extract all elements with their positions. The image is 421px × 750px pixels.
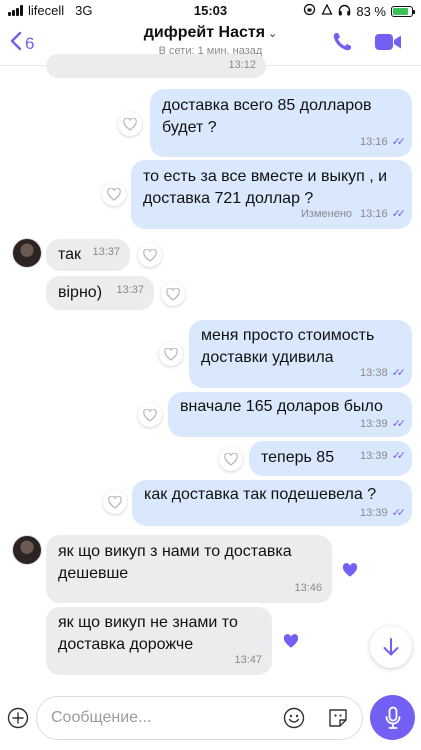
sticker-icon (329, 709, 347, 727)
message-text: как доставка так подешевела ? (144, 486, 377, 503)
message-meta: 13:39 ✓✓ (360, 445, 407, 467)
microphone-icon (385, 706, 400, 729)
plus-icon (7, 707, 29, 729)
message-bubble-outgoing[interactable]: теперь 85 13:39 ✓✓ (249, 441, 412, 476)
voice-message-button[interactable] (370, 695, 415, 740)
message-bubble-incoming[interactable]: так 13:37 (46, 239, 130, 271)
message-text: так (58, 246, 82, 263)
like-button[interactable] (138, 403, 162, 427)
call-button[interactable] (330, 30, 354, 54)
message-meta: 13:46 (294, 577, 322, 599)
like-button[interactable] (118, 112, 142, 136)
arrow-down-icon (383, 638, 399, 656)
message-text: як що викуп з нами то доставка дешевше (58, 543, 292, 582)
message-bubble-outgoing[interactable]: как доставка так подешевела ? 13:39 ✓✓ (132, 480, 412, 526)
message-time: 13:12 (228, 59, 256, 71)
message-input[interactable] (36, 696, 363, 740)
attach-button[interactable] (7, 707, 29, 729)
like-button[interactable] (219, 447, 243, 471)
read-ticks-icon: ✓✓ (391, 208, 407, 220)
message-bubble-incoming[interactable]: 13:12 (46, 54, 266, 78)
message-time: 13:16 (360, 208, 388, 220)
heart-icon (166, 287, 180, 301)
message-bubble-outgoing[interactable]: вначале 165 доларов было 13:39 ✓✓ (168, 392, 412, 437)
message-input-bar (0, 690, 421, 750)
status-bar: lifecell 3G 15:03 83 % (0, 0, 421, 22)
scroll-to-bottom-button[interactable] (370, 626, 412, 668)
message-time: 13:39 (360, 450, 388, 462)
message-meta: 13:37 (92, 241, 120, 263)
message-time: 13:38 (360, 367, 388, 379)
message-text: як що викуп не знами то доставка дорожче (58, 614, 238, 653)
like-button[interactable] (138, 243, 162, 267)
message-time: 13:16 (360, 136, 388, 148)
heart-icon (143, 408, 157, 422)
message-meta: 13:47 (234, 649, 262, 671)
avatar[interactable] (12, 535, 42, 565)
heart-filled-icon (342, 562, 358, 577)
read-ticks-icon: ✓✓ (391, 367, 407, 379)
message-bubble-incoming[interactable]: як що викуп з нами то доставка дешевше 1… (46, 535, 332, 603)
emoji-button[interactable] (283, 707, 305, 729)
heart-filled-icon (283, 633, 299, 648)
heart-icon (143, 248, 157, 262)
like-button[interactable] (279, 629, 303, 653)
message-meta: Изменено 13:16 ✓✓ (301, 203, 407, 225)
rotation-lock-icon (303, 3, 316, 19)
contact-name: дифрейт Настя (143, 24, 266, 41)
message-meta: 13:39 ✓✓ (360, 502, 407, 524)
read-ticks-icon: ✓✓ (391, 507, 407, 519)
message-meta: 13:38 ✓✓ (360, 362, 407, 384)
read-ticks-icon: ✓✓ (391, 418, 407, 430)
chevron-down-icon: ⌄ (268, 28, 278, 40)
heart-icon (224, 452, 238, 466)
video-call-button[interactable] (374, 31, 402, 53)
like-button[interactable] (159, 342, 183, 366)
like-button[interactable] (161, 282, 185, 306)
message-time: 13:37 (92, 246, 120, 258)
heart-icon (123, 117, 137, 131)
message-meta: 13:37 (116, 279, 144, 301)
alarm-icon (321, 3, 333, 19)
like-button[interactable] (102, 182, 126, 206)
message-bubble-incoming[interactable]: як що викуп не знами то доставка дорожче… (46, 607, 272, 675)
message-text: вірно) (58, 284, 103, 301)
status-right: 83 % (303, 3, 415, 19)
battery-icon (391, 5, 415, 17)
message-text: теперь 85 (261, 449, 335, 466)
message-time: 13:37 (116, 284, 144, 296)
read-ticks-icon: ✓✓ (391, 450, 407, 462)
message-meta: 13:12 (228, 54, 256, 76)
smile-icon (283, 707, 305, 729)
edited-label: Изменено (301, 208, 353, 220)
video-camera-icon (375, 34, 401, 50)
message-text: вначале 165 доларов было (180, 398, 383, 415)
avatar[interactable] (12, 238, 42, 268)
read-ticks-icon: ✓✓ (391, 136, 407, 148)
like-button[interactable] (338, 558, 362, 582)
message-time: 13:39 (360, 507, 388, 519)
message-bubble-incoming[interactable]: вірно) 13:37 (46, 276, 154, 310)
headphones-icon (338, 4, 351, 19)
battery-percent: 83 % (356, 3, 386, 19)
like-button[interactable] (103, 490, 127, 514)
message-time: 13:47 (234, 654, 262, 666)
sticker-button[interactable] (327, 707, 349, 729)
message-bubble-outgoing[interactable]: доставка всего 85 долларов будет ? 13:16… (150, 89, 412, 157)
contact-info[interactable]: дифрейт Настя ⌄ В сети: 1 мин. назад (0, 24, 421, 57)
message-bubble-outgoing[interactable]: меня просто стоимость доставки удивила 1… (189, 320, 412, 388)
heart-icon (108, 495, 122, 509)
phone-icon (333, 33, 351, 51)
message-time: 13:39 (360, 418, 388, 430)
message-meta: 13:39 ✓✓ (360, 413, 407, 435)
heart-icon (164, 347, 178, 361)
chat-screen: lifecell 3G 15:03 83 % 6 дифрейт Настя ⌄… (0, 0, 421, 750)
message-time: 13:46 (294, 582, 322, 594)
contact-title: дифрейт Настя ⌄ (0, 24, 421, 42)
heart-icon (107, 187, 121, 201)
message-meta: 13:16 ✓✓ (360, 131, 407, 153)
message-bubble-outgoing[interactable]: то есть за все вместе и выкуп , и достав… (131, 160, 412, 229)
